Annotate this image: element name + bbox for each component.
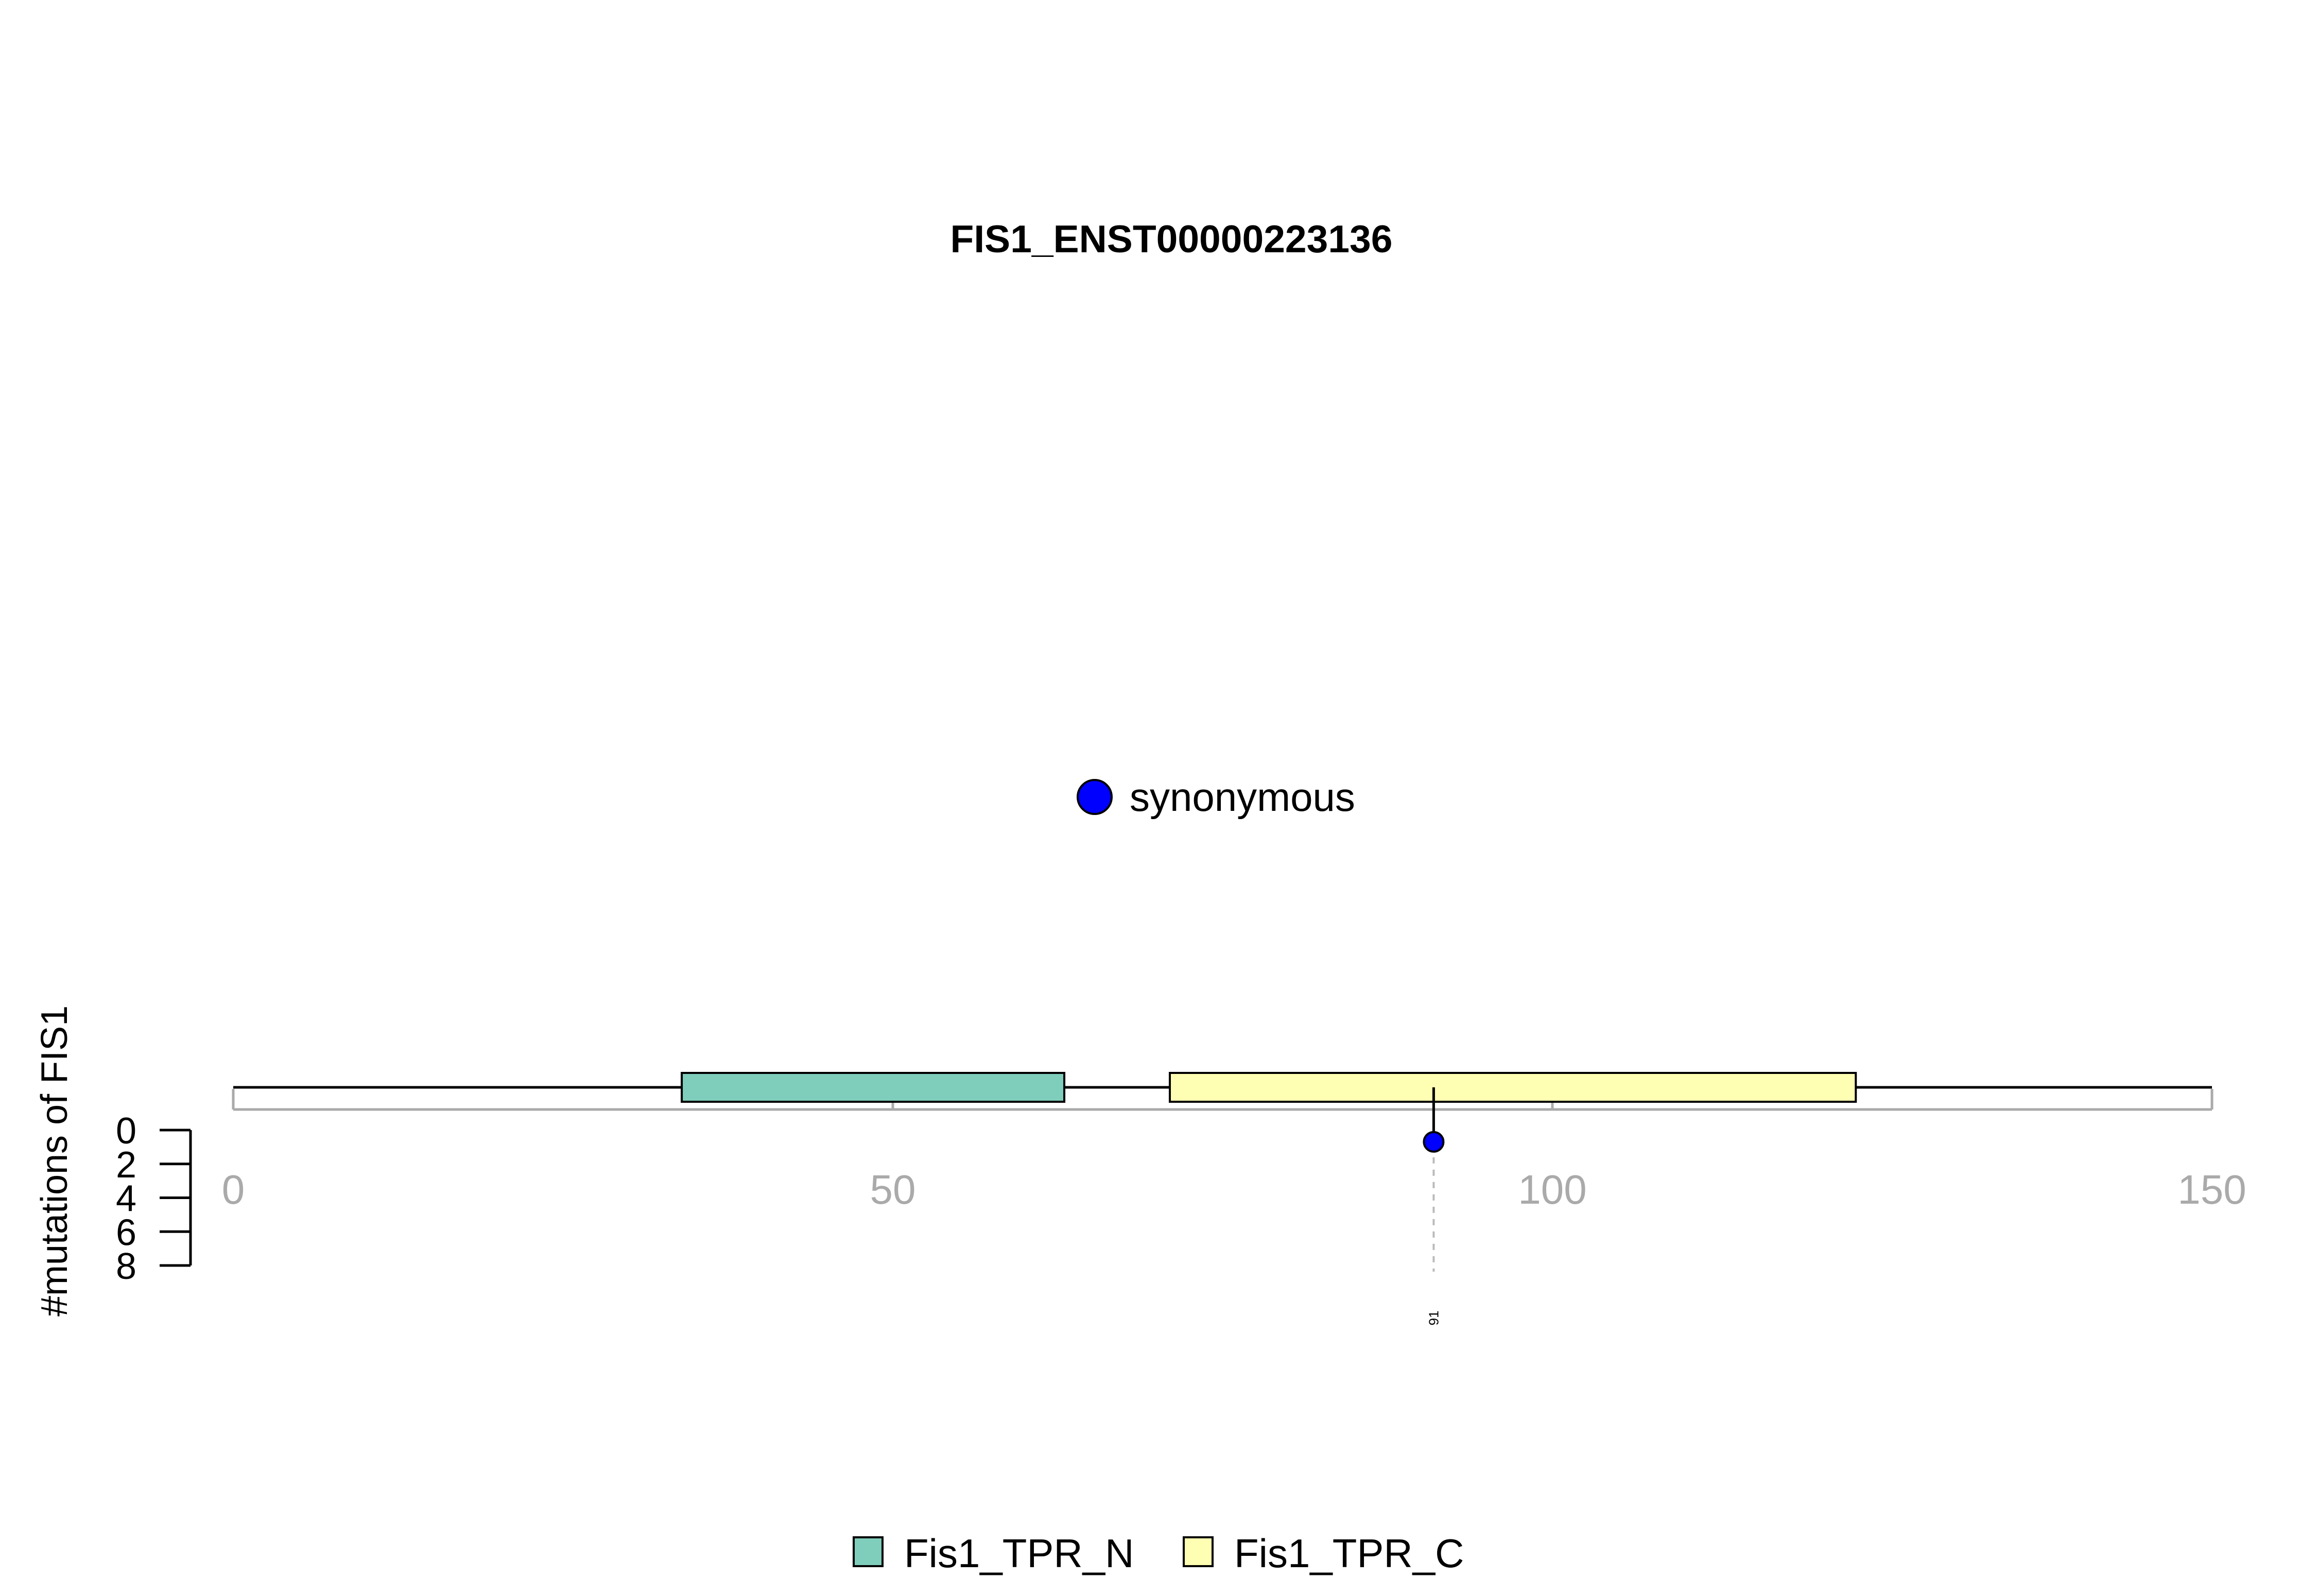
x-tick-label-50: 50	[870, 1167, 916, 1212]
mutation-legend: synonymous	[1077, 774, 1355, 820]
lollipop-label-91: 91	[1426, 1311, 1441, 1326]
lollipop-chart: FIS1_ENST00000223136 synonymous 02468#mu…	[34, 217, 2246, 1576]
legend-marker-synonymous	[1077, 779, 1113, 815]
x-tick-label-150: 150	[2177, 1167, 2246, 1212]
domain-legend: Fis1_TPR_N Fis1_TPR_C	[853, 1531, 1464, 1576]
x-tick-label-100: 100	[1518, 1167, 1586, 1212]
y-axis: 02468#mutations of FIS1	[34, 1005, 192, 1316]
x-axis: 0 50 100 150	[222, 1089, 2246, 1212]
mutation-lollipops: 91	[1423, 1087, 1445, 1326]
domain-Fis1_TPR_C	[1169, 1072, 1857, 1103]
legend-swatch-Fis1_TPR_C	[1183, 1536, 1214, 1567]
protein-track	[233, 1072, 2212, 1103]
x-tick-label-0: 0	[222, 1167, 245, 1212]
y-tick-label-8: 8	[116, 1246, 136, 1287]
legend-swatch-Fis1_TPR_N	[853, 1536, 884, 1567]
y-axis-label: #mutations of FIS1	[34, 1005, 75, 1316]
lollipop-head-91	[1423, 1131, 1445, 1153]
legend-label-Fis1_TPR_C: Fis1_TPR_C	[1234, 1531, 1464, 1576]
chart-title: FIS1_ENST00000223136	[950, 217, 1393, 261]
legend-label-Fis1_TPR_N: Fis1_TPR_N	[904, 1531, 1134, 1576]
legend-label-synonymous: synonymous	[1130, 774, 1355, 820]
domain-Fis1_TPR_N	[681, 1072, 1066, 1103]
